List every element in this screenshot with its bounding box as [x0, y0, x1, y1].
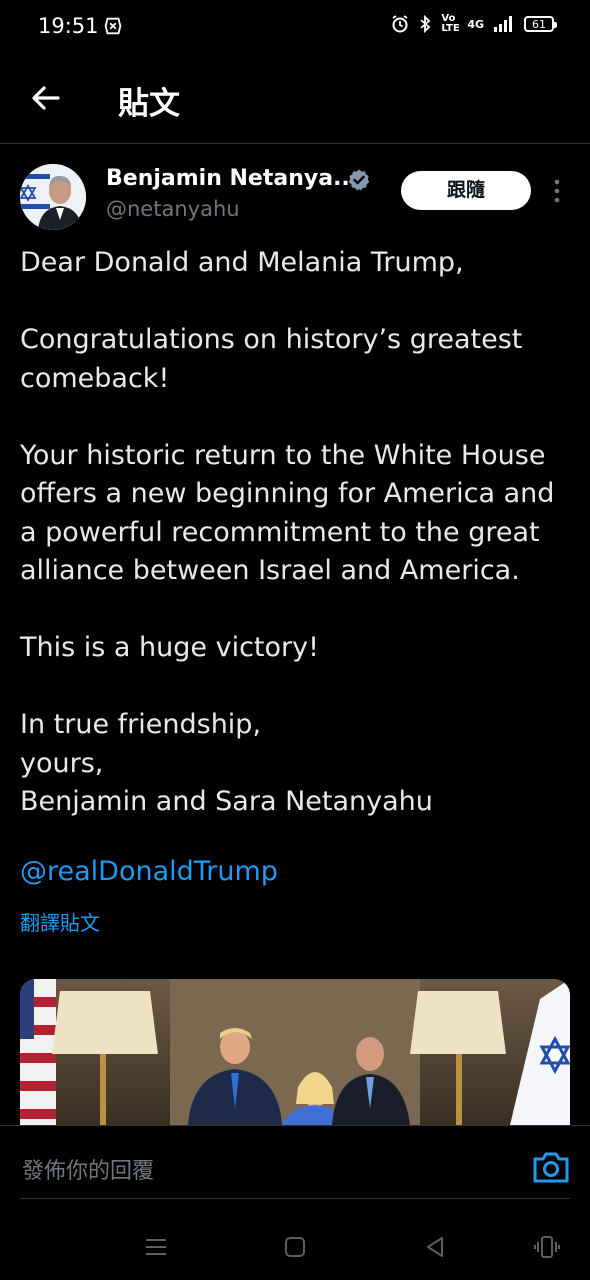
follow-button[interactable]: 跟隨 — [401, 171, 531, 210]
author-handle[interactable]: @netanyahu — [106, 197, 240, 221]
status-indicators: Vo LTE 4G 61 — [391, 13, 557, 34]
top-bar: 貼文 — [0, 52, 590, 144]
menu-icon[interactable] — [141, 1232, 171, 1262]
vibrate-icon[interactable] — [532, 1232, 562, 1262]
volte-indicator: Vo LTE — [441, 13, 460, 34]
tweet-paragraph: Congratulations on history’s greatest co… — [20, 324, 523, 394]
tweet-text: Dear Donald and Melania Trump, Congratul… — [20, 244, 572, 822]
verified-badge-icon — [348, 169, 370, 191]
reply-divider — [20, 1198, 570, 1199]
network-indicator: 4G — [467, 17, 484, 31]
bluetooth-icon — [420, 15, 431, 33]
status-bar: 19:51 Vo LTE 4G 61 — [0, 0, 590, 52]
battery-level: 61 — [532, 17, 546, 31]
reply-bar — [0, 1125, 590, 1220]
page-title: 貼文 — [118, 86, 180, 122]
translate-post-link[interactable]: 翻譯貼文 — [20, 907, 100, 936]
tweet-paragraph: Dear Donald and Melania Trump, — [20, 247, 464, 278]
photo-image — [20, 979, 570, 1125]
tweet-paragraph: This is a huge victory! — [20, 632, 319, 663]
home-square-icon[interactable] — [280, 1232, 310, 1262]
back-triangle-icon[interactable] — [420, 1232, 450, 1262]
status-time: 19:51 — [38, 14, 99, 38]
tweet-paragraph: Your historic return to the White House … — [20, 439, 555, 587]
system-nav-bar — [0, 1220, 590, 1280]
alarm-icon — [392, 15, 408, 33]
tweet-photo[interactable] — [20, 979, 570, 1125]
camera-icon[interactable] — [532, 1150, 570, 1184]
app-notification-icon — [104, 17, 122, 35]
author-name[interactable]: Benjamin Netanya... — [106, 166, 358, 191]
tweet-paragraph: In true friendship, yours, Benjamin and … — [20, 709, 433, 817]
battery-icon: 61 — [524, 16, 557, 32]
avatar[interactable] — [20, 164, 86, 230]
signal-icon — [494, 16, 512, 32]
avatar-image — [20, 164, 86, 230]
reply-input[interactable] — [20, 1152, 504, 1190]
more-vertical-icon[interactable] — [550, 178, 564, 204]
mention-link[interactable]: @realDonaldTrump — [20, 856, 278, 887]
back-arrow-icon[interactable] — [28, 80, 64, 116]
